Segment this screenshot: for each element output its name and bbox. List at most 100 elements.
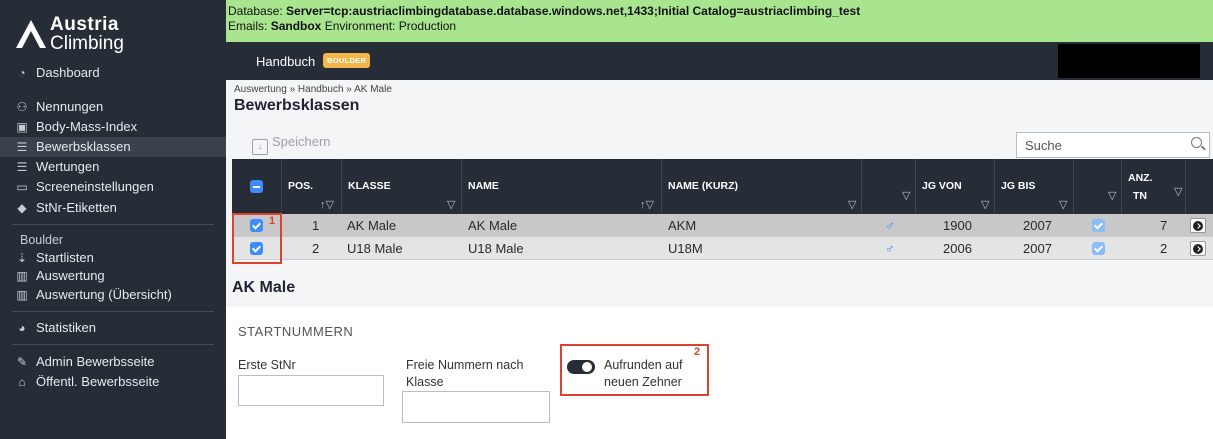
sort-icon: ⇣ xyxy=(16,251,28,265)
freie-nummern-field[interactable] xyxy=(402,391,550,423)
table-row[interactable]: 1 AK Male AK Male AKM ♂ 1900 2007 7 xyxy=(232,214,1213,237)
column-name[interactable]: NAME ↑▽ xyxy=(462,159,662,214)
column-name-label: NAME xyxy=(468,180,499,192)
sidebar-divider xyxy=(12,311,214,312)
column-jg-bis-label: JG BIS xyxy=(1001,180,1036,192)
ranking-icon: ▥ xyxy=(16,288,28,302)
tag-icon: ◆ xyxy=(17,201,27,215)
sidebar-item-label: Auswertung xyxy=(36,268,105,283)
sidebar-item-oeffentl-bewerbsseite[interactable]: ⌂ Öffentl. Bewerbsseite xyxy=(0,372,226,392)
column-anz-tn[interactable]: ANZ. TN ▽ xyxy=(1122,159,1186,214)
sidebar-item-label: Bewerbsklassen xyxy=(36,139,131,154)
sidebar-item-body-mass-index[interactable]: ▣ Body-Mass-Index xyxy=(0,117,226,137)
filter-icon[interactable]: ▽ xyxy=(1174,185,1182,199)
cell-klasse[interactable]: U18 Male xyxy=(347,237,403,260)
people-icon: ⚇ xyxy=(16,100,28,114)
sidebar-item-stnr-etiketten[interactable]: ◆ StNr-Etiketten xyxy=(0,198,226,218)
cell-anz-tn: 7 xyxy=(1160,218,1168,233)
cell-name[interactable]: U18 Male xyxy=(468,237,524,260)
column-name-kurz-label: NAME (KURZ) xyxy=(668,180,738,192)
cell-name[interactable]: AK Male xyxy=(468,214,517,237)
freie-nummern-label-line1: Freie Nummern nach xyxy=(406,358,524,372)
chart-icon: ◕ xyxy=(18,321,26,335)
cell-jg-bis[interactable]: 2007 xyxy=(1023,237,1052,260)
column-gender[interactable]: ▽ xyxy=(862,159,916,214)
save-icon: ↓ xyxy=(252,139,268,155)
column-jg-bis[interactable]: JG BIS ▽ xyxy=(995,159,1074,214)
sidebar-item-statistiken[interactable]: ◕ Statistiken xyxy=(0,318,226,338)
breadcrumb[interactable]: Auswertung » Handbuch » AK Male xyxy=(234,84,392,95)
cell-pos: 2 xyxy=(312,241,320,256)
select-all-checkbox[interactable] xyxy=(250,180,263,193)
discipline-badge: BOULDER xyxy=(323,53,371,68)
row-flag-checkbox[interactable] xyxy=(1092,219,1105,232)
select-all-header xyxy=(232,159,282,214)
table-row[interactable]: 2 U18 Male U18 Male U18M ♂ 2006 2007 2 xyxy=(232,237,1213,260)
sidebar-item-label: Auswertung (Übersicht) xyxy=(36,287,172,302)
cell-klasse[interactable]: AK Male xyxy=(347,214,396,237)
sidebar-item-wertungen[interactable]: ☰ Wertungen xyxy=(0,157,226,177)
sidebar-item-admin-bewerbsseite[interactable]: ✎ Admin Bewerbsseite xyxy=(0,352,226,372)
cell-jg-von[interactable]: 2006 xyxy=(943,237,972,260)
sidebar-item-startlisten[interactable]: ⇣ Startlisten xyxy=(0,248,226,268)
sidebar-divider xyxy=(12,224,214,225)
home-icon: ⌂ xyxy=(18,375,26,389)
row-open-button[interactable] xyxy=(1190,218,1206,233)
sidebar-item-label: Startlisten xyxy=(36,250,94,265)
cell-anz-tn: 2 xyxy=(1160,241,1168,256)
male-icon: ♂ xyxy=(885,241,895,256)
column-anz-tn-label-1: ANZ. xyxy=(1128,172,1153,184)
column-klasse[interactable]: KLASSE ▽ xyxy=(342,159,462,214)
brand-logo[interactable]: Austria Climbing xyxy=(16,14,216,54)
sidebar-item-bewerbsklassen[interactable]: ☰ Bewerbsklassen xyxy=(0,137,226,157)
cell-name-kurz[interactable]: U18M xyxy=(668,237,703,260)
cell-jg-von[interactable]: 1900 xyxy=(943,214,972,237)
user-menu[interactable] xyxy=(1058,44,1200,78)
search-icon xyxy=(1191,137,1202,148)
sidebar-item-label: Admin Bewerbsseite xyxy=(36,354,155,369)
detail-title: AK Male xyxy=(232,279,296,296)
grid-toolbar: ↓ Speichern Suche xyxy=(232,129,1213,159)
cell-pos: 1 xyxy=(312,218,320,233)
list-icon: ☰ xyxy=(16,140,28,154)
emails-line: Emails: Sandbox Environment: Production xyxy=(228,19,1213,34)
search-placeholder: Suche xyxy=(1025,138,1062,153)
sidebar-item-label: Body-Mass-Index xyxy=(36,119,138,134)
column-name-kurz[interactable]: NAME (KURZ) ▽ xyxy=(662,159,862,214)
sidebar-item-nennungen[interactable]: ⚇ Nennungen xyxy=(0,97,226,117)
dashboard-icon: ◔ xyxy=(18,66,26,80)
cell-jg-bis[interactable]: 2007 xyxy=(1023,214,1052,237)
save-button[interactable]: ↓ Speichern xyxy=(252,134,331,155)
sidebar-item-label: Screeneinstellungen xyxy=(36,179,154,194)
sidebar-item-label: StNr-Etiketten xyxy=(36,200,117,215)
row-open-button[interactable] xyxy=(1190,241,1206,256)
sidebar-item-auswertung-uebersicht[interactable]: ▥ Auswertung (Übersicht) xyxy=(0,285,226,305)
sidebar-section-boulder: Boulder xyxy=(20,233,64,247)
cell-name-kurz[interactable]: AKM xyxy=(668,214,696,237)
environment-text: Environment: Production xyxy=(321,19,457,33)
sidebar-item-auswertung[interactable]: ▥ Auswertung xyxy=(0,266,226,286)
row-flag-checkbox[interactable] xyxy=(1092,242,1105,255)
emails-value: Sandbox xyxy=(270,19,322,33)
top-navbar: Handbuch BOULDER xyxy=(226,42,1213,80)
freie-nummern-label-line2: Klasse xyxy=(406,375,444,389)
list-icon: ☰ xyxy=(16,160,28,174)
search-input[interactable]: Suche xyxy=(1016,132,1210,158)
freie-nummern-label: Freie Nummern nach Klasse xyxy=(406,357,523,391)
save-button-label: Speichern xyxy=(272,134,331,149)
sidebar-item-screeneinstellungen[interactable]: ▭ Screeneinstellungen xyxy=(0,177,226,197)
column-jg-von[interactable]: JG VON ▽ xyxy=(916,159,995,214)
sidebar-item-label: Nennungen xyxy=(36,99,104,114)
column-flag[interactable]: ▽ xyxy=(1074,159,1122,214)
nav-handbuch[interactable]: Handbuch xyxy=(256,54,315,69)
sidebar-item-dashboard[interactable]: ◔ Dashboard xyxy=(0,63,226,83)
erste-stnr-field[interactable] xyxy=(238,375,384,406)
male-icon: ♂ xyxy=(885,218,895,233)
database-value: Server=tcp:austriaclimbingdatabase.datab… xyxy=(286,4,861,18)
startnummern-panel: STARTNUMMERN Erste StNr Freie Nummern na… xyxy=(226,307,1213,439)
monitor-icon: ▭ xyxy=(16,180,28,194)
sidebar-item-label: Wertungen xyxy=(36,159,100,174)
annotation-number-1: 1 xyxy=(269,215,276,227)
column-pos[interactable]: POS. ↑▽ xyxy=(282,159,342,214)
column-pos-label: POS. xyxy=(288,180,314,192)
